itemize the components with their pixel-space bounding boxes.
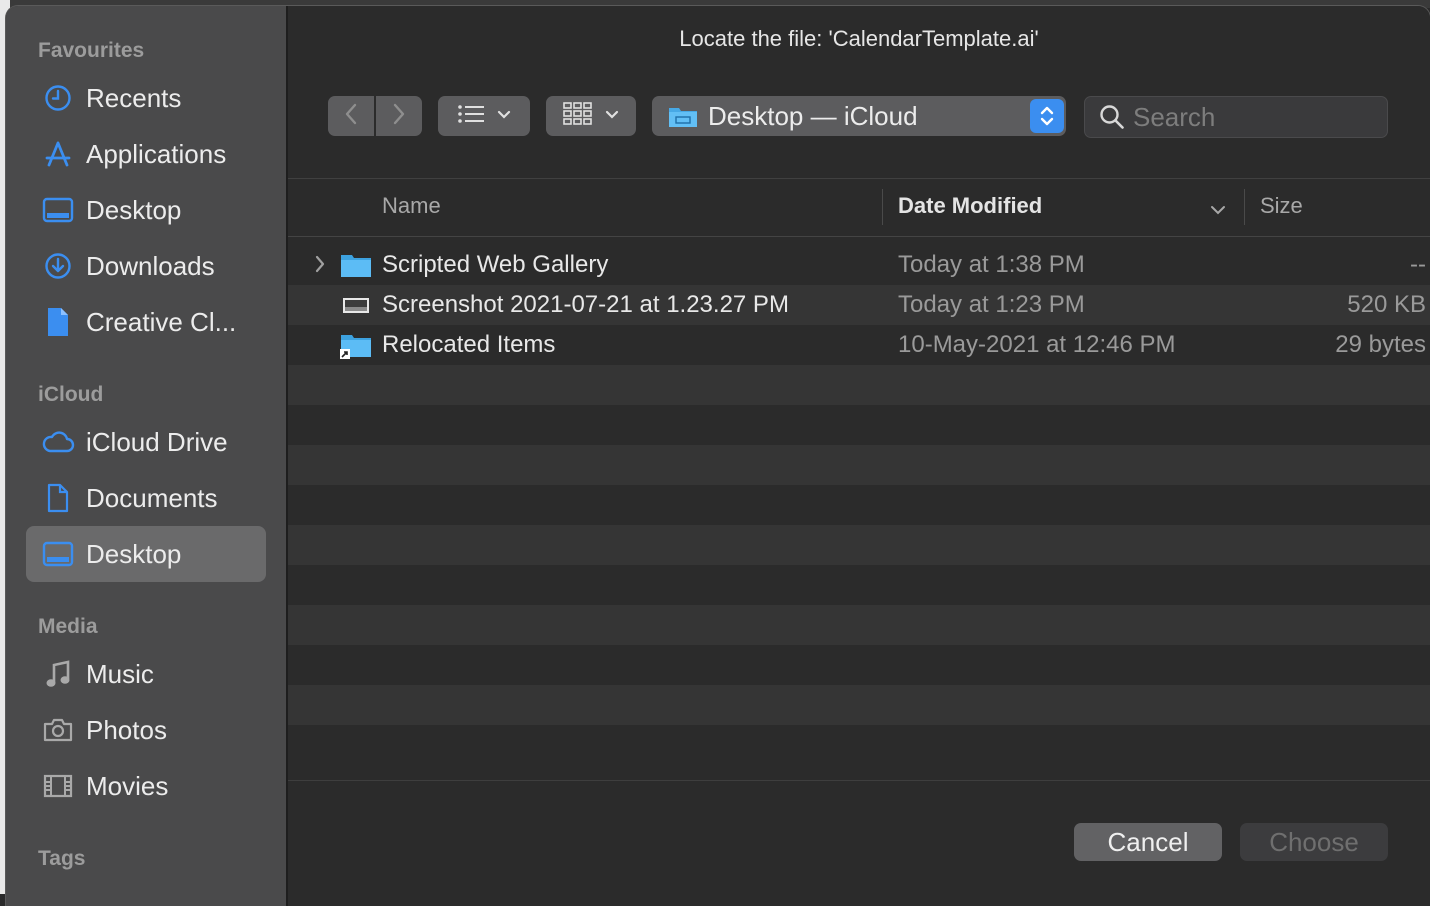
- empty-row: [288, 725, 1430, 765]
- sidebar-section-favourites: Favourites: [38, 39, 145, 62]
- column-date-modified[interactable]: Date Modified: [898, 193, 1042, 219]
- location-popup[interactable]: Desktop — iCloud: [652, 96, 1066, 136]
- sidebar-item-label: Documents: [86, 482, 218, 513]
- file-date: 10-May-2021 at 12:46 PM: [898, 331, 1176, 358]
- search-field[interactable]: [1084, 96, 1388, 138]
- desktop-icon: [40, 538, 76, 570]
- list-view-button[interactable]: [438, 96, 530, 136]
- grid-icon: [563, 101, 593, 131]
- sidebar-item-movies[interactable]: Movies: [26, 758, 266, 814]
- file-size: 520 KB: [1347, 291, 1426, 318]
- disclosure-triangle-icon[interactable]: [314, 254, 326, 279]
- sidebar-section-icloud: iCloud: [38, 383, 104, 406]
- image-file-icon: [340, 292, 372, 318]
- applications-icon: [40, 138, 76, 170]
- sidebar-item-label: Movies: [86, 770, 169, 801]
- empty-row: [288, 645, 1430, 685]
- empty-row: [288, 365, 1430, 405]
- empty-row: [288, 685, 1430, 725]
- file-browser: Locate the file: 'CalendarTemplate.ai' D…: [288, 6, 1430, 906]
- sidebar-item-recents[interactable]: Recents: [26, 70, 266, 126]
- music-note-icon: [40, 658, 76, 690]
- empty-row: [288, 565, 1430, 605]
- forward-button[interactable]: [376, 96, 422, 136]
- sidebar-item-label: Downloads: [86, 250, 215, 281]
- sidebar-item-creative-cloud[interactable]: Creative Cl...: [26, 294, 266, 350]
- file-row[interactable]: Scripted Web Gallery Today at 1:38 PM --: [288, 245, 1430, 285]
- sidebar-item-label: iCloud Drive: [86, 426, 228, 457]
- chevron-down-icon: [497, 107, 511, 125]
- file-row[interactable]: Relocated Items 10-May-2021 at 12:46 PM …: [288, 325, 1430, 365]
- sidebar-item-label: Music: [86, 658, 154, 689]
- sidebar-item-photos[interactable]: Photos: [26, 702, 266, 758]
- file-date: Today at 1:23 PM: [898, 291, 1085, 318]
- sidebar-item-label: Desktop: [86, 538, 182, 569]
- empty-row: [288, 485, 1430, 525]
- document-icon: [40, 482, 76, 514]
- column-header: Name Date Modified Size: [288, 178, 1430, 237]
- clock-icon: [40, 82, 76, 114]
- cloud-icon: [40, 426, 76, 458]
- sidebar-item-icloud-desktop[interactable]: Desktop: [26, 526, 266, 582]
- column-name[interactable]: Name: [382, 193, 441, 219]
- sidebar-item-label: Recents: [86, 82, 182, 113]
- file-date: Today at 1:38 PM: [898, 251, 1085, 278]
- location-label: Desktop — iCloud: [708, 100, 918, 131]
- sidebar-item-icloud-drive[interactable]: iCloud Drive: [26, 414, 266, 470]
- open-file-dialog: Favourites Recents Applications Desktop …: [6, 6, 1430, 906]
- folder-icon: [668, 104, 698, 128]
- sidebar-section-tags: Tags: [38, 847, 86, 870]
- cancel-button[interactable]: Cancel: [1074, 823, 1222, 861]
- folder-icon: [340, 252, 372, 278]
- empty-row: [288, 405, 1430, 445]
- back-button[interactable]: [328, 96, 374, 136]
- sidebar-item-documents[interactable]: Documents: [26, 470, 266, 526]
- empty-row: [288, 525, 1430, 565]
- empty-row: [288, 605, 1430, 645]
- sidebar-item-label: Desktop: [86, 194, 182, 225]
- chevron-down-icon: [605, 107, 619, 125]
- sidebar-item-label: Photos: [86, 714, 167, 745]
- file-list: Scripted Web Gallery Today at 1:38 PM --…: [288, 245, 1430, 765]
- list-icon: [457, 104, 485, 129]
- dialog-title: Locate the file: 'CalendarTemplate.ai': [679, 26, 1039, 51]
- file-size: --: [1410, 251, 1426, 278]
- choose-button[interactable]: Choose: [1240, 823, 1388, 861]
- column-separator: [882, 189, 883, 225]
- sidebar-item-desktop[interactable]: Desktop: [26, 182, 266, 238]
- sidebar-item-applications[interactable]: Applications: [26, 126, 266, 182]
- sidebar-item-music[interactable]: Music: [26, 646, 266, 702]
- sidebar: Favourites Recents Applications Desktop …: [6, 6, 288, 906]
- file-name: Scripted Web Gallery: [382, 251, 609, 278]
- downloads-icon: [40, 250, 76, 282]
- file-name: Relocated Items: [382, 331, 556, 358]
- file-row[interactable]: Screenshot 2021-07-21 at 1.23.27 PM Toda…: [288, 285, 1430, 325]
- sidebar-item-label: Applications: [86, 138, 227, 169]
- search-input[interactable]: [1131, 100, 1375, 134]
- sidebar-item-label: Creative Cl...: [86, 306, 237, 337]
- file-name: Screenshot 2021-07-21 at 1.23.27 PM: [382, 291, 789, 318]
- sidebar-item-downloads[interactable]: Downloads: [26, 238, 266, 294]
- sidebar-section-media: Media: [38, 615, 98, 638]
- chevron-right-icon: [392, 102, 406, 131]
- desktop-icon: [40, 194, 76, 226]
- chevron-left-icon: [344, 102, 358, 131]
- column-separator: [1244, 189, 1245, 225]
- popup-stepper-icon: [1030, 99, 1064, 133]
- document-icon: [40, 306, 76, 338]
- alias-folder-icon: [340, 332, 372, 359]
- column-size[interactable]: Size: [1260, 193, 1303, 219]
- camera-icon: [40, 714, 76, 746]
- sort-descending-icon: [1210, 202, 1226, 220]
- file-size: 29 bytes: [1335, 331, 1426, 358]
- empty-row: [288, 445, 1430, 485]
- search-icon: [1099, 104, 1125, 130]
- film-icon: [40, 770, 76, 802]
- group-view-button[interactable]: [546, 96, 636, 136]
- dialog-footer: Cancel Choose: [288, 780, 1430, 906]
